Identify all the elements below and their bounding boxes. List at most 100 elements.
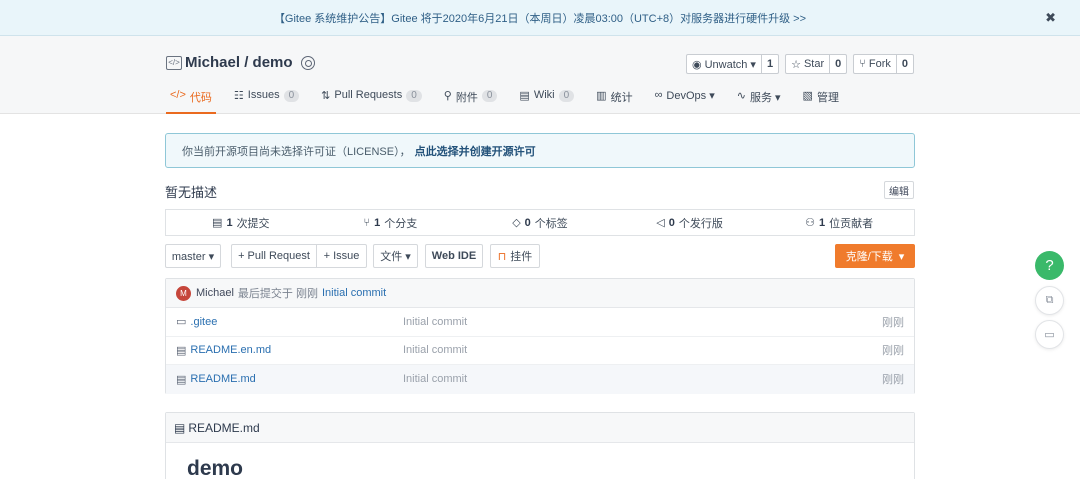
- file-icon: ▤: [176, 373, 187, 386]
- file-commit-message[interactable]: Initial commit: [403, 316, 467, 328]
- file-name[interactable]: README.en.md: [190, 344, 271, 356]
- stat-count: 0: [668, 216, 675, 229]
- tab-pull-requests[interactable]: ⇅ Pull Requests 0: [317, 89, 426, 114]
- code-toolbar: master ▾ + Pull Request + Issue 文件 ▾ Web…: [165, 244, 915, 268]
- stat-label: 次提交: [236, 217, 270, 230]
- watch-count[interactable]: 1: [760, 55, 778, 73]
- widget-button[interactable]: ⊓ 挂件: [490, 244, 540, 268]
- tab-label: Issues: [247, 89, 280, 101]
- stat-label: 个标签: [534, 217, 568, 230]
- last-commit-row: M Michael 最后提交于 刚刚 Initial commit: [166, 279, 914, 308]
- stat-count: 1: [819, 216, 826, 229]
- tab-label: DevOps ▾: [666, 90, 715, 102]
- repo-description: 暂无描述: [165, 185, 218, 200]
- web-ide-button[interactable]: Web IDE: [425, 244, 483, 268]
- fork-label: Fork: [868, 58, 891, 70]
- star-label: Star: [803, 58, 825, 70]
- star-count[interactable]: 0: [829, 55, 846, 73]
- file-row[interactable]: ▭ .gitee Initial commit 刚刚: [166, 308, 914, 337]
- stat-releases[interactable]: ◁ 0 个发行版: [615, 210, 765, 235]
- repo-name-link[interactable]: demo: [253, 54, 293, 71]
- file-name[interactable]: .gitee: [190, 316, 217, 328]
- repo-tabs: </> 代码 ☷ Issues 0 ⇅ Pull Requests 0 ⚲ 附件…: [166, 89, 857, 114]
- help-button[interactable]: ?: [1035, 251, 1064, 280]
- file-menu-button[interactable]: 文件 ▾: [373, 244, 418, 268]
- stat-label: 位贡献者: [829, 217, 874, 230]
- pulse-icon: ∿: [736, 90, 746, 102]
- external-edit-icon: ⧉: [1045, 294, 1054, 306]
- edit-description-button[interactable]: 编辑: [884, 181, 914, 199]
- tab-statistics[interactable]: ▥ 统计: [592, 89, 636, 114]
- commit-message-link[interactable]: Initial commit: [322, 287, 386, 299]
- stat-contributors[interactable]: ⚇ 1 位贡献者: [764, 210, 914, 235]
- stat-count: 1: [374, 216, 381, 229]
- repo-stats: ▤ 1 次提交 ⑂ 1 个分支 ◇ 0 个标签 ◁ 0 个发行版 ⚇ 1 位贡献…: [165, 209, 915, 236]
- watch-label: Unwatch ▾: [704, 58, 756, 71]
- fork-button[interactable]: ⑂ Fork 0: [853, 54, 914, 74]
- wiki-icon: ▤: [519, 90, 530, 102]
- stat-count: 1: [226, 216, 233, 229]
- stat-commits[interactable]: ▤ 1 次提交: [166, 210, 316, 235]
- chat-button[interactable]: ▭: [1035, 320, 1064, 349]
- tab-label: 管理: [816, 92, 839, 104]
- tag-icon: ◇: [512, 217, 521, 229]
- tab-manage[interactable]: ▧ 管理: [799, 89, 843, 114]
- tab-badge: 0: [558, 90, 575, 102]
- file-row[interactable]: ▤ README.md Initial commit 刚刚: [166, 365, 914, 394]
- stat-label: 个发行版: [678, 217, 723, 230]
- code-repo-icon: </>: [166, 55, 182, 70]
- readme-panel: ▤ README.md demo: [165, 412, 915, 479]
- file-commit-message[interactable]: Initial commit: [403, 373, 467, 385]
- tab-services[interactable]: ∿ 服务 ▾: [733, 89, 785, 114]
- file-time: 刚刚: [882, 374, 904, 387]
- tab-devops[interactable]: ∞ DevOps ▾: [651, 89, 719, 114]
- readme-filename: README.md: [188, 420, 260, 435]
- settings-doc-icon: ▧: [802, 90, 813, 102]
- clone-download-button[interactable]: 克隆/下载 ▾: [835, 244, 915, 268]
- repo-header: </> Michael / demo ◉ Unwatch ▾ 1 ☆ Star 0 …: [0, 36, 1080, 114]
- tab-issues[interactable]: ☷ Issues 0: [230, 89, 303, 114]
- fork-count[interactable]: 0: [895, 55, 913, 73]
- award-icon[interactable]: [300, 55, 315, 70]
- branch-select[interactable]: master ▾: [165, 244, 221, 268]
- branch-icon: ⑂: [363, 216, 371, 229]
- license-notice: 你当前开源项目尚未选择许可证（LICENSE）， 点此选择并创建开源许可: [165, 133, 915, 168]
- new-pull-request-button[interactable]: + Pull Request: [231, 244, 317, 268]
- contributors-icon: ⚇: [805, 217, 816, 229]
- file-commit-message[interactable]: Initial commit: [403, 344, 467, 356]
- notice-text[interactable]: 【Gitee 系统维护公告】Gitee 将于2020年6月21日（本周日）凌晨0…: [274, 10, 806, 26]
- chat-icon: ▭: [1044, 329, 1055, 341]
- tab-label: 附件: [455, 92, 478, 104]
- pull-request-icon: ⇅: [321, 90, 331, 102]
- file-name[interactable]: README.md: [190, 373, 255, 385]
- stat-tags[interactable]: ◇ 0 个标签: [465, 210, 615, 235]
- file-time: 刚刚: [882, 316, 904, 329]
- repo-title: </> Michael / demo: [166, 54, 315, 71]
- file-time: 刚刚: [882, 345, 904, 358]
- repo-owner-link[interactable]: Michael: [185, 54, 240, 71]
- stat-label: 个分支: [384, 217, 418, 230]
- license-text: 你当前开源项目尚未选择许可证（LICENSE），: [182, 145, 411, 158]
- tab-label: 统计: [610, 92, 633, 104]
- close-icon[interactable]: ✖: [1045, 10, 1056, 26]
- commit-author[interactable]: Michael: [196, 287, 234, 299]
- create-license-link[interactable]: 点此选择并创建开源许可: [415, 143, 536, 159]
- tab-attachments[interactable]: ⚲ 附件 0: [440, 89, 502, 114]
- maintenance-notice[interactable]: 【Gitee 系统维护公告】Gitee 将于2020年6月21日（本周日）凌晨0…: [0, 0, 1080, 36]
- tab-badge: 0: [406, 90, 422, 102]
- edit-feedback-button[interactable]: ⧉: [1035, 286, 1064, 315]
- commit-info: 最后提交于 刚刚: [237, 288, 318, 300]
- avatar[interactable]: M: [176, 285, 191, 301]
- star-button[interactable]: ☆ Star 0: [785, 54, 848, 74]
- commit-icon: ▤: [212, 217, 223, 229]
- stat-branches[interactable]: ⑂ 1 个分支: [316, 210, 466, 235]
- file-row[interactable]: ▤ README.en.md Initial commit 刚刚: [166, 337, 914, 365]
- tab-wiki[interactable]: ▤ Wiki 0: [515, 89, 578, 114]
- watch-button[interactable]: ◉ Unwatch ▾ 1: [685, 54, 780, 74]
- file-icon: ▤: [174, 420, 186, 435]
- folder-icon: ▭: [176, 316, 187, 329]
- bar-chart-icon: ▥: [596, 90, 607, 102]
- new-issue-button[interactable]: + Issue: [316, 244, 367, 268]
- tab-code[interactable]: </> 代码: [166, 89, 216, 114]
- clone-label: 克隆/下载: [845, 251, 893, 263]
